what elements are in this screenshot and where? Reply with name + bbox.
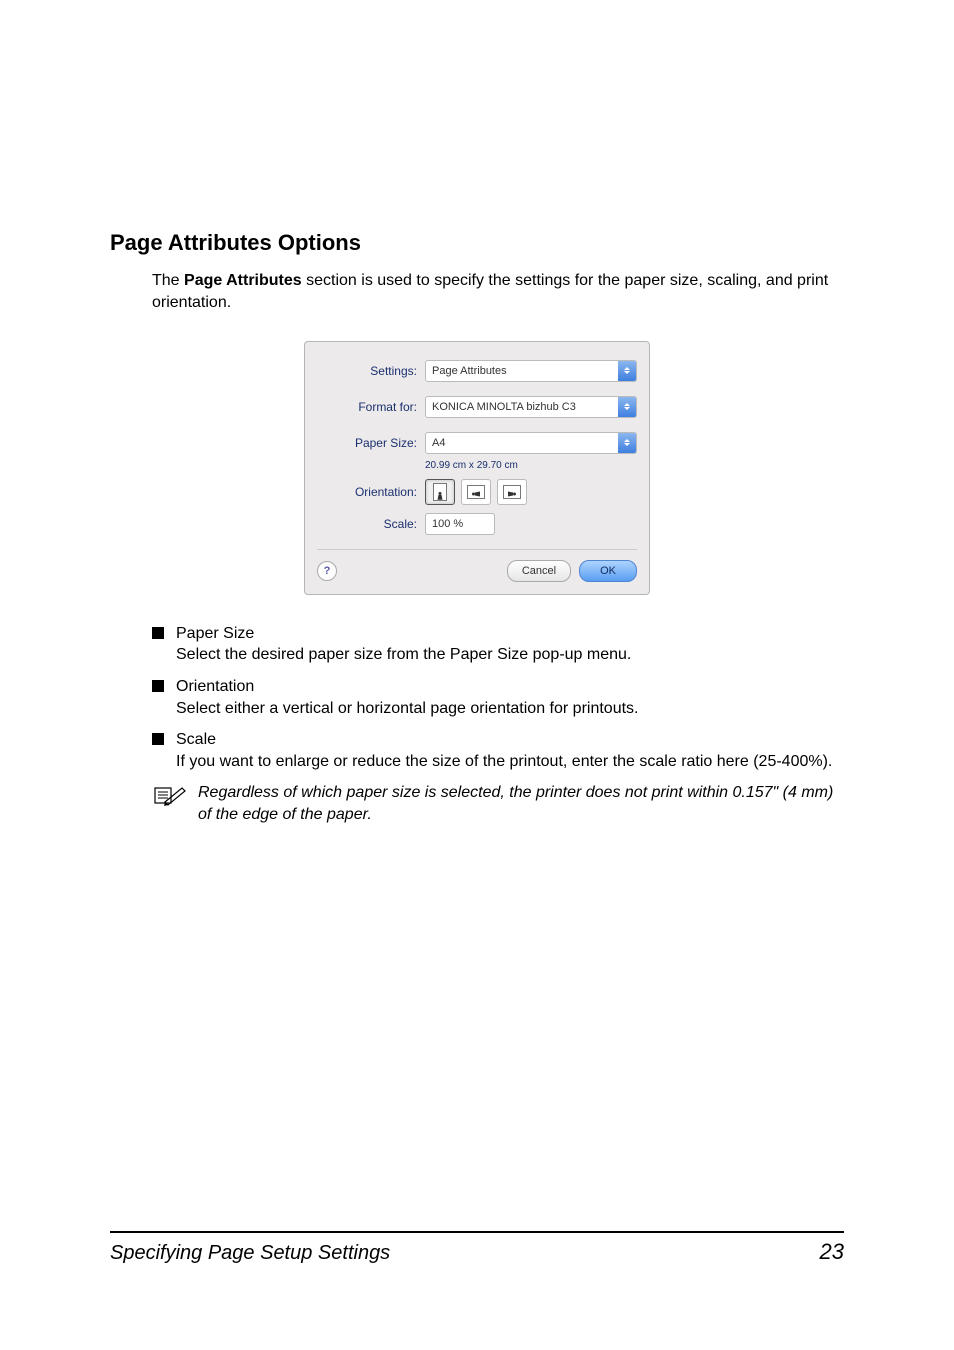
portrait-icon [433,483,447,501]
bullet-desc: If you want to enlarge or reduce the siz… [176,753,832,770]
list-item: Orientation Select either a vertical or … [152,676,844,719]
settings-select[interactable]: Page Attributes [425,360,637,382]
section-heading: Page Attributes Options [110,230,844,256]
page-setup-dialog: Settings: Page Attributes Format for: KO… [304,341,650,595]
paper-size-value: A4 [426,437,618,449]
paper-size-select[interactable]: A4 [425,432,637,454]
dropdown-arrows-icon [618,397,636,417]
orientation-landscape-left-button[interactable] [461,479,491,505]
bullet-desc: Select either a vertical or horizontal p… [176,700,638,717]
format-for-value: KONICA MINOLTA bizhub C3 [426,401,618,413]
help-button[interactable]: ? [317,561,337,581]
orientation-portrait-button[interactable] [425,479,455,505]
scale-input[interactable]: 100 % [425,513,495,535]
note-pencil-icon [152,784,186,825]
bullet-desc: Select the desired paper size from the P… [176,646,631,663]
scale-label: Scale: [317,517,425,531]
options-list: Paper Size Select the desired paper size… [152,623,844,773]
orientation-landscape-right-button[interactable] [497,479,527,505]
footer-title: Specifying Page Setup Settings [110,1242,390,1265]
note-block: Regardless of which paper size is select… [152,782,844,825]
footer-page-number: 23 [820,1239,844,1265]
bullet-title: Scale [176,729,832,751]
settings-label: Settings: [317,364,425,378]
landscape-right-icon [503,485,521,499]
square-bullet-icon [152,680,164,692]
cancel-button[interactable]: Cancel [507,560,571,582]
list-item: Scale If you want to enlarge or reduce t… [152,729,844,772]
orientation-label: Orientation: [317,485,425,499]
settings-value: Page Attributes [426,365,618,377]
format-for-select[interactable]: KONICA MINOLTA bizhub C3 [425,396,637,418]
format-for-label: Format for: [317,400,425,414]
landscape-left-icon [467,485,485,499]
page-footer: Specifying Page Setup Settings 23 [110,1231,844,1265]
paper-size-label: Paper Size: [317,436,425,450]
dropdown-arrows-icon [618,361,636,381]
intro-paragraph: The Page Attributes section is used to s… [152,270,844,315]
intro-prefix: The [152,272,184,289]
list-item: Paper Size Select the desired paper size… [152,623,844,666]
bullet-title: Orientation [176,676,638,698]
bullet-title: Paper Size [176,623,631,645]
square-bullet-icon [152,627,164,639]
dropdown-arrows-icon [618,433,636,453]
ok-button[interactable]: OK [579,560,637,582]
note-text: Regardless of which paper size is select… [198,782,844,825]
intro-bold: Page Attributes [184,272,302,289]
paper-dimensions: 20.99 cm x 29.70 cm [425,460,637,471]
square-bullet-icon [152,733,164,745]
